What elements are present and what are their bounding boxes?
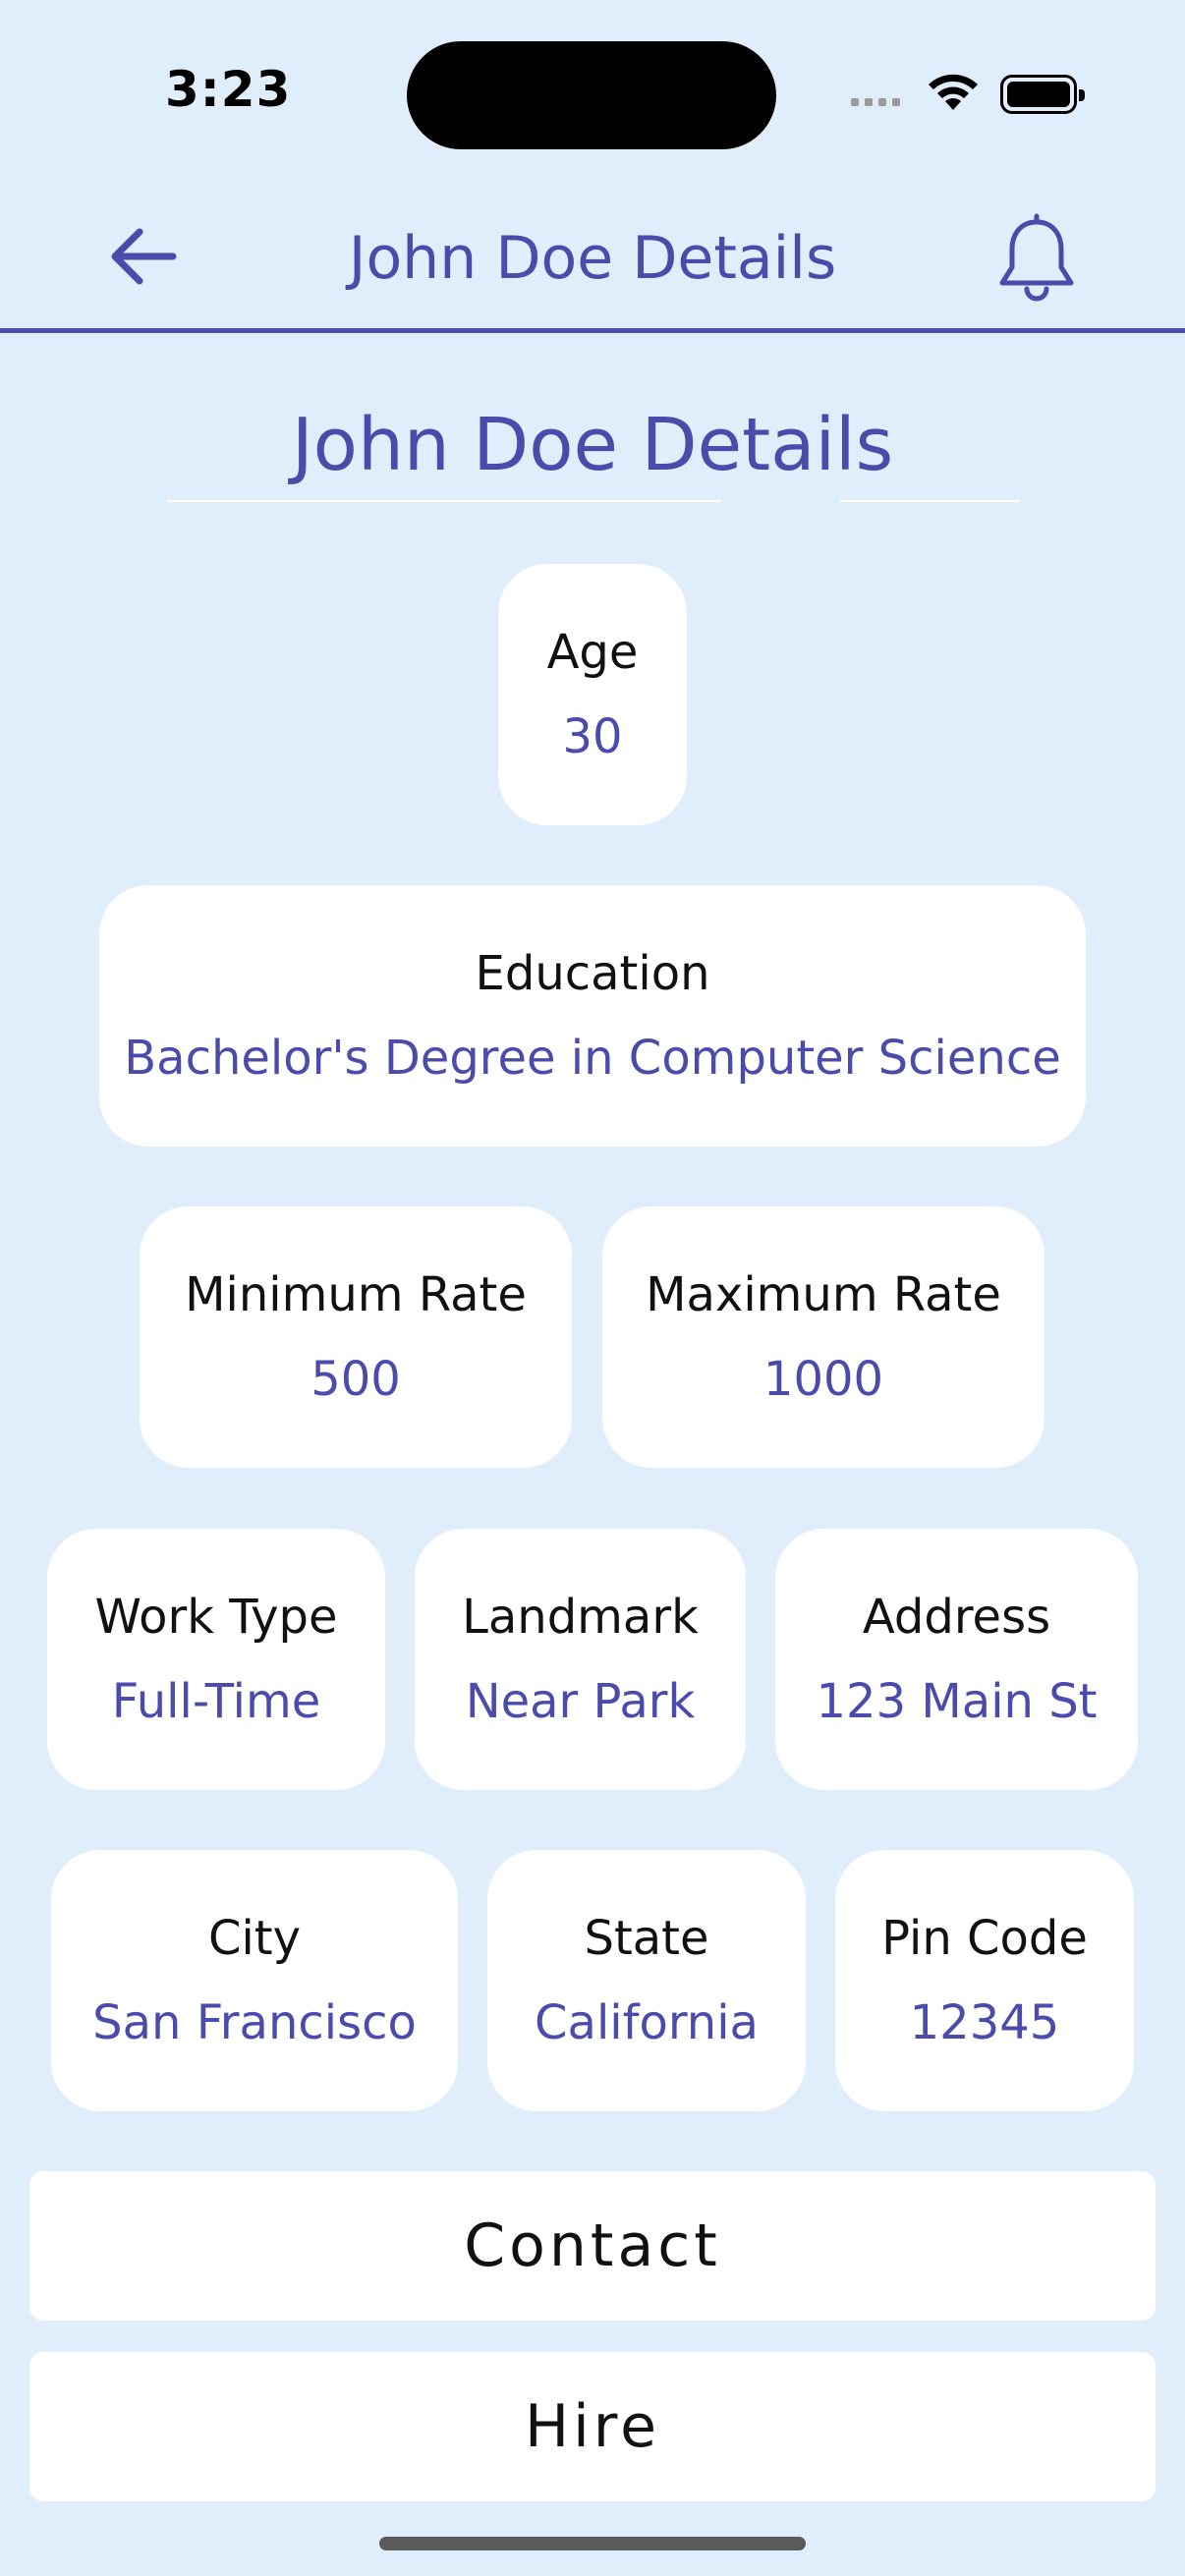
pin-code-card: Pin Code 12345 xyxy=(835,1850,1134,2111)
education-value: Bachelor's Degree in Computer Science xyxy=(124,1031,1061,1086)
title-underline xyxy=(839,500,1020,502)
contact-button[interactable]: Contact xyxy=(29,2171,1156,2321)
address-value: 123 Main St xyxy=(816,1674,1098,1729)
minimum-rate-value: 500 xyxy=(310,1352,401,1407)
minimum-rate-card: Minimum Rate 500 xyxy=(140,1206,572,1468)
address-label: Address xyxy=(862,1590,1051,1645)
minimum-rate-label: Minimum Rate xyxy=(185,1267,527,1322)
address-card: Address 123 Main St xyxy=(775,1529,1138,1790)
maximum-rate-card: Maximum Rate 1000 xyxy=(602,1206,1044,1468)
state-value: California xyxy=(535,1995,759,2050)
battery-icon xyxy=(1000,75,1085,114)
pin-code-label: Pin Code xyxy=(881,1911,1088,1966)
work-type-value: Full-Time xyxy=(111,1674,321,1729)
maximum-rate-label: Maximum Rate xyxy=(646,1267,1001,1322)
work-type-label: Work Type xyxy=(94,1590,338,1645)
status-time: 3:23 xyxy=(165,61,292,118)
cellular-signal-icon xyxy=(851,98,900,106)
city-value: San Francisco xyxy=(92,1995,417,2050)
education-label: Education xyxy=(475,946,710,1001)
state-label: State xyxy=(584,1911,709,1966)
hire-button[interactable]: Hire xyxy=(29,2352,1156,2501)
city-label: City xyxy=(207,1911,302,1966)
landmark-card: Landmark Near Park xyxy=(415,1529,746,1790)
age-label: Age xyxy=(546,625,639,680)
landmark-value: Near Park xyxy=(465,1674,696,1729)
city-card: City San Francisco xyxy=(51,1850,458,2111)
wifi-icon xyxy=(929,74,978,110)
state-card: State California xyxy=(487,1850,806,2111)
maximum-rate-value: 1000 xyxy=(762,1352,884,1407)
age-value: 30 xyxy=(562,709,623,764)
age-card: Age 30 xyxy=(498,564,687,825)
bell-icon[interactable] xyxy=(994,212,1079,303)
landmark-label: Landmark xyxy=(462,1590,699,1645)
pin-code-value: 12345 xyxy=(909,1995,1060,2050)
home-indicator[interactable] xyxy=(379,2537,806,2550)
header-divider xyxy=(0,328,1185,333)
page-title: John Doe Details xyxy=(291,403,894,487)
education-card: Education Bachelor's Degree in Computer … xyxy=(99,885,1086,1147)
dynamic-island xyxy=(407,41,776,149)
title-underline xyxy=(167,500,721,502)
work-type-card: Work Type Full-Time xyxy=(47,1529,385,1790)
